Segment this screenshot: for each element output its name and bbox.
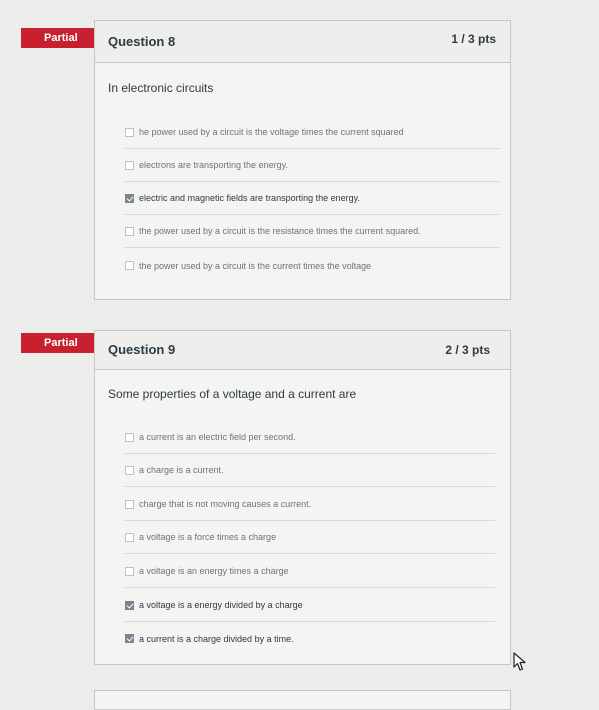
answer-label: a charge is a current. <box>139 465 224 475</box>
question-header: Question 8 1 / 3 pts <box>95 21 510 63</box>
question-title: Question 9 <box>108 342 176 357</box>
answer-label: a voltage is a force times a charge <box>139 532 277 542</box>
answer-option[interactable]: a current is an electric field per secon… <box>125 421 495 454</box>
question-header: Question 9 2 / 3 pts <box>95 331 510 370</box>
answer-label: electric and magnetic fields are transpo… <box>139 193 360 203</box>
answer-checkbox[interactable] <box>125 465 134 475</box>
answer-option[interactable]: the power used by a circuit is the resis… <box>125 215 500 248</box>
answer-label: the power used by a circuit is the resis… <box>139 226 421 236</box>
answer-option[interactable]: a current is a charge divided by a time. <box>125 622 495 655</box>
answer-checkbox[interactable] <box>125 160 134 170</box>
question-text: In electronic circuits <box>108 81 214 95</box>
answer-checkbox[interactable] <box>125 127 134 137</box>
question-text: Some properties of a voltage and a curre… <box>108 387 357 401</box>
question-points: 1 / 3 pts <box>451 32 496 46</box>
answer-option[interactable]: a charge is a current. <box>125 454 495 487</box>
answer-checkbox[interactable] <box>125 499 134 509</box>
answer-label: a voltage is a energy divided by a charg… <box>139 600 303 610</box>
answer-checkbox[interactable] <box>125 261 134 270</box>
answer-checkbox[interactable] <box>125 532 134 542</box>
question-points: 2 / 3 pts <box>445 343 490 357</box>
partial-badge: Partial <box>21 333 109 353</box>
answer-option[interactable]: a voltage is a force times a charge <box>125 521 495 554</box>
answer-label: a voltage is an energy times a charge <box>139 566 289 576</box>
answer-label: he power used by a circuit is the voltag… <box>139 127 404 137</box>
answer-option[interactable]: he power used by a circuit is the voltag… <box>125 116 500 149</box>
question-title: Question 8 <box>108 34 176 49</box>
next-question-card <box>94 690 511 710</box>
answer-label: a current is a charge divided by a time. <box>139 633 294 644</box>
answer-label: charge that is not moving causes a curre… <box>139 499 312 509</box>
answer-checkbox-checked[interactable] <box>125 600 134 610</box>
answer-checkbox-checked[interactable] <box>125 634 134 643</box>
question-card: Question 8 1 / 3 pts In electronic circu… <box>94 20 511 300</box>
answer-label: a current is an electric field per secon… <box>139 432 296 442</box>
answer-option[interactable]: electric and magnetic fields are transpo… <box>125 182 500 215</box>
answer-option[interactable]: electrons are transporting the energy. <box>125 149 500 182</box>
answer-option[interactable]: the power used by a circuit is the curre… <box>125 249 500 282</box>
answer-checkbox[interactable] <box>125 566 134 576</box>
question-card: Question 9 2 / 3 pts Some properties of … <box>94 330 511 665</box>
answer-option[interactable]: a voltage is an energy times a charge <box>125 555 495 588</box>
answer-checkbox[interactable] <box>125 432 134 442</box>
partial-badge: Partial <box>21 28 109 48</box>
answer-checkbox[interactable] <box>125 226 134 236</box>
answer-option[interactable]: charge that is not moving causes a curre… <box>125 488 495 521</box>
answer-option[interactable]: a voltage is a energy divided by a charg… <box>125 589 495 622</box>
answer-checkbox-checked[interactable] <box>125 193 134 203</box>
answer-label: electrons are transporting the energy. <box>139 160 288 170</box>
answer-label: the power used by a circuit is the curre… <box>139 260 372 271</box>
mouse-pointer-icon <box>513 652 526 671</box>
